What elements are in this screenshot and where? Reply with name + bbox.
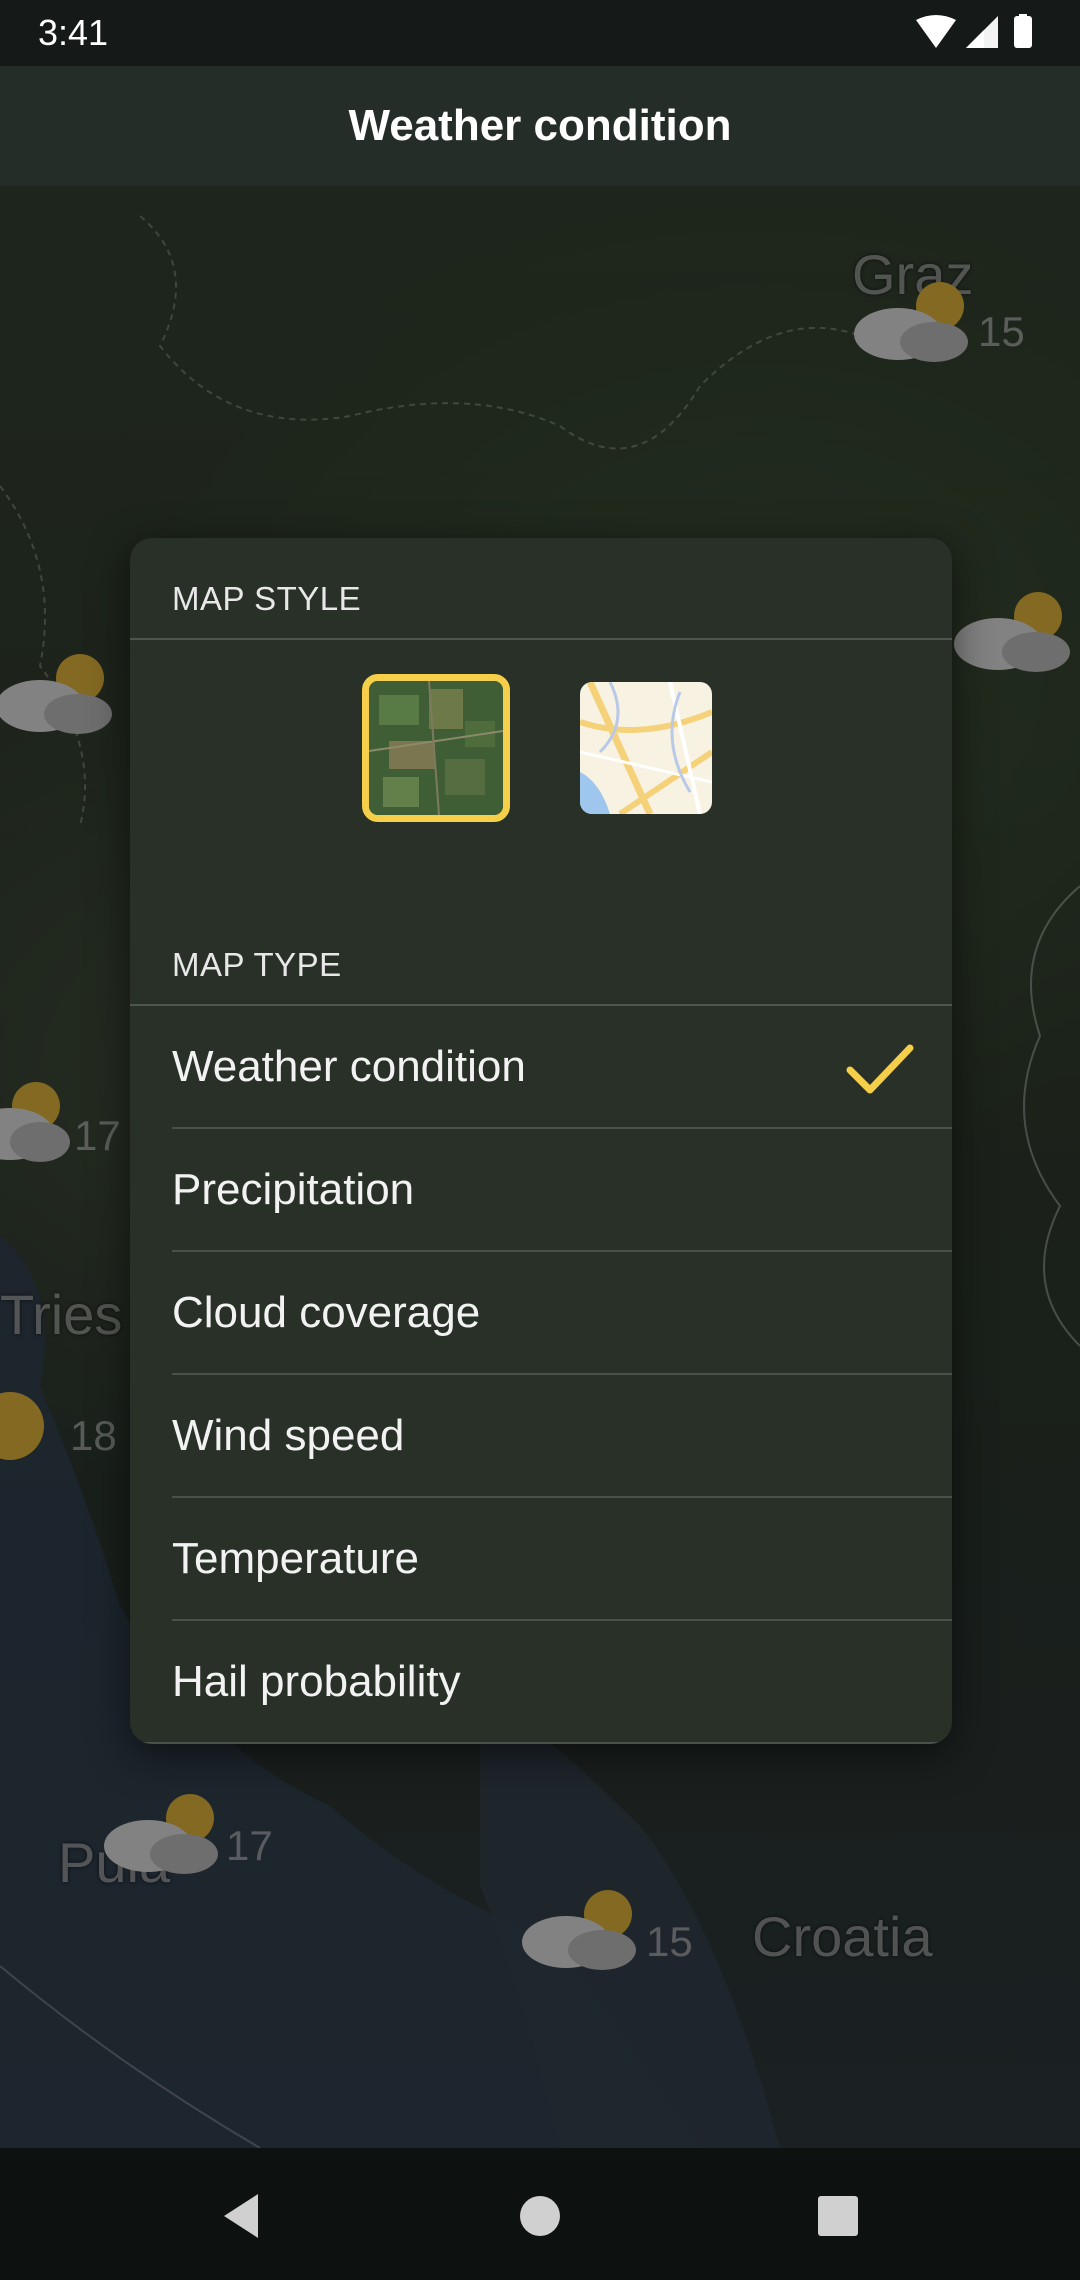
map-type-label: Precipitation <box>172 1164 415 1214</box>
satellite-style-option[interactable] <box>362 674 510 822</box>
map-style-header: MAP STYLE <box>130 538 952 640</box>
map-style-row <box>130 640 952 890</box>
back-icon[interactable] <box>214 2188 270 2244</box>
status-icons <box>916 14 1032 48</box>
map-type-label: Wind speed <box>172 1410 405 1460</box>
check-icon <box>846 1044 914 1094</box>
map-type-label: Temperature <box>172 1533 420 1583</box>
wifi-icon <box>916 15 956 48</box>
map-type-wind-speed[interactable]: Wind speed <box>172 1375 952 1498</box>
map-options-popup: MAP STYLE MAP TYPE Weather condition Pre… <box>130 538 952 1744</box>
home-icon[interactable] <box>512 2188 568 2244</box>
map-type-temperature[interactable]: Temperature <box>172 1498 952 1621</box>
navigation-bar <box>0 2148 1080 2280</box>
map-type-label: Weather condition <box>172 1041 526 1091</box>
road-map-thumbnail-icon <box>580 682 712 814</box>
satellite-thumbnail-icon <box>369 681 503 815</box>
app-bar: Weather condition <box>0 66 1080 186</box>
recents-icon[interactable] <box>810 2188 866 2244</box>
map-type-label: Cloud coverage <box>172 1287 481 1337</box>
status-bar: 3:41 <box>0 0 1080 66</box>
status-time: 3:41 <box>38 12 109 53</box>
page-title: Weather condition <box>348 101 732 150</box>
map-type-label: Hail probability <box>172 1656 461 1706</box>
road-map-style-option[interactable] <box>580 682 712 814</box>
map-type-precipitation[interactable]: Precipitation <box>172 1129 952 1252</box>
map-type-weather-condition[interactable]: Weather condition <box>172 1006 952 1129</box>
map-type-hail-probability[interactable]: Hail probability <box>130 1621 952 1744</box>
map-type-list: Weather condition Precipitation Cloud co… <box>130 1006 952 1744</box>
map-type-header: MAP TYPE <box>130 890 952 1006</box>
battery-icon <box>1014 16 1032 48</box>
map-type-cloud-coverage[interactable]: Cloud coverage <box>172 1252 952 1375</box>
